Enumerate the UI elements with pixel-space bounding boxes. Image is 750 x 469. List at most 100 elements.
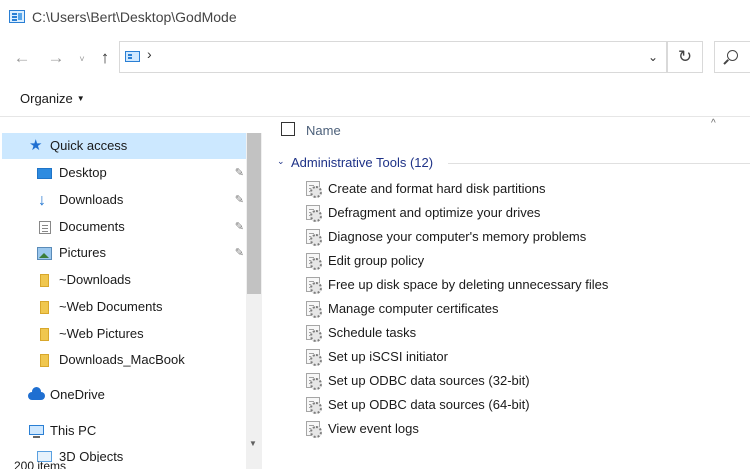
title-bar: C:\Users\Bert\Desktop\GodMode (0, 0, 750, 36)
group-label: Administrative Tools (12) (291, 155, 434, 170)
command-bar: Organize ▼ (0, 81, 750, 117)
nav-item-this-pc[interactable]: This PC (0, 418, 244, 444)
control-panel-shortcut-icon (306, 301, 322, 318)
organize-menu-button[interactable]: Organize ▼ (20, 91, 85, 106)
nav-item-label: ~Web Pictures (59, 326, 144, 341)
search-input[interactable] (714, 41, 750, 73)
address-bar[interactable]: › ⌄ (119, 41, 667, 73)
pictures-icon (37, 247, 52, 260)
back-button[interactable]: ← (10, 44, 34, 72)
nav-item-quick-access[interactable]: ★ Quick access (2, 133, 246, 159)
list-item[interactable]: Set up iSCSI initiator (302, 346, 750, 368)
list-item-label: Create and format hard disk partitions (328, 181, 546, 196)
nav-item-label: ~Downloads (59, 272, 131, 287)
refresh-button[interactable]: ↻ (667, 41, 703, 73)
control-panel-shortcut-icon (306, 373, 322, 390)
list-item[interactable]: Manage computer certificates (302, 298, 750, 320)
list-item-label: Set up ODBC data sources (64-bit) (328, 397, 530, 412)
list-item-label: Diagnose your computer's memory problems (328, 229, 587, 244)
pin-icon[interactable]: ✎ (235, 240, 244, 266)
address-dropdown-button[interactable]: ⌄ (648, 50, 658, 64)
nav-item-label: This PC (50, 423, 97, 438)
nav-item-label: Quick access (50, 138, 128, 153)
nav-item-label: Documents (59, 219, 125, 234)
search-icon (727, 50, 738, 61)
column-header-name[interactable]: Name (306, 123, 341, 138)
breadcrumb-separator[interactable]: › (147, 46, 152, 62)
nav-item-onedrive[interactable]: OneDrive (0, 382, 244, 408)
address-row: ← → ˅ ↑ › ⌄ ↻ (0, 36, 750, 81)
nav-item-tilde-web-documents[interactable]: ~Web Documents (0, 294, 244, 320)
control-panel-shortcut-icon (306, 277, 322, 294)
list-item[interactable]: Edit group policy (302, 250, 750, 272)
list-item[interactable]: Schedule tasks (302, 322, 750, 344)
nav-item-tilde-downloads[interactable]: ~Downloads (0, 267, 244, 293)
file-explorer-icon (9, 10, 25, 23)
list-item[interactable]: Diagnose your computer's memory problems (302, 226, 750, 248)
nav-item-downloads[interactable]: ↓ Downloads ✎ (0, 187, 244, 213)
list-item[interactable]: View event logs (302, 418, 750, 440)
nav-item-label: Downloads_MacBook (59, 352, 185, 367)
scrollbar-thumb[interactable] (247, 133, 261, 294)
forward-button[interactable]: → (44, 44, 68, 72)
nav-item-desktop[interactable]: Desktop ✎ (0, 160, 244, 186)
list-item-label: Schedule tasks (328, 325, 417, 340)
cloud-icon (28, 387, 45, 400)
select-all-checkbox[interactable] (281, 122, 295, 136)
group-header[interactable]: ⌄ Administrative Tools (12) (262, 154, 750, 172)
nav-item-downloads-macbook[interactable]: Downloads_MacBook (0, 347, 244, 373)
document-icon (39, 221, 51, 234)
list-item-label: Defragment and optimize your drives (328, 205, 541, 220)
control-panel-shortcut-icon (306, 181, 322, 198)
navigation-pane: ★ Quick access Desktop ✎ ↓ Downloads ✎ D… (0, 118, 262, 469)
up-button[interactable]: ↑ (93, 44, 117, 72)
control-panel-shortcut-icon (306, 205, 322, 222)
nav-item-label: Desktop (59, 165, 107, 180)
nav-item-documents[interactable]: Documents ✎ (0, 214, 244, 240)
control-panel-shortcut-icon (306, 397, 322, 414)
pc-icon (29, 425, 44, 438)
organize-label: Organize (20, 91, 73, 106)
control-panel-shortcut-icon (306, 229, 322, 246)
folder-icon (40, 274, 49, 287)
folder-icon (40, 301, 49, 314)
pin-icon[interactable]: ✎ (235, 214, 244, 240)
list-item-label: Set up iSCSI initiator (328, 349, 448, 364)
navigation-scrollbar[interactable]: ▼ (246, 133, 262, 469)
list-item[interactable]: Defragment and optimize your drives (302, 202, 750, 224)
nav-item-pictures[interactable]: Pictures ✎ (0, 240, 244, 266)
group-divider (448, 163, 750, 164)
list-item-label: Edit group policy (328, 253, 425, 268)
nav-item-label: Downloads (59, 192, 124, 207)
control-panel-shortcut-icon (306, 349, 322, 366)
list-item[interactable]: Set up ODBC data sources (32-bit) (302, 370, 750, 392)
recent-locations-button[interactable]: ˅ (70, 44, 94, 72)
list-item-label: Set up ODBC data sources (32-bit) (328, 373, 530, 388)
pin-icon[interactable]: ✎ (235, 160, 244, 186)
list-item[interactable]: Free up disk space by deleting unnecessa… (302, 274, 750, 296)
folder-icon (40, 328, 49, 341)
pin-icon[interactable]: ✎ (235, 187, 244, 213)
list-item[interactable]: Create and format hard disk partitions (302, 178, 750, 200)
list-item-label: Free up disk space by deleting unnecessa… (328, 277, 609, 292)
chevron-down-icon: ▼ (76, 94, 85, 103)
status-item-count: 200 items (14, 459, 67, 469)
column-header-row: Name (262, 120, 750, 140)
star-icon: ★ (29, 137, 43, 154)
nav-item-label: 3D Objects (59, 449, 124, 462)
nav-item-label: Pictures (59, 245, 106, 260)
nav-item-label: OneDrive (50, 387, 105, 402)
desktop-icon (37, 168, 52, 179)
scroll-down-icon[interactable]: ▼ (249, 439, 257, 448)
control-panel-shortcut-icon (306, 325, 322, 342)
download-icon: ↓ (38, 192, 46, 209)
address-location-icon (125, 51, 140, 62)
list-item-label: View event logs (328, 421, 419, 436)
nav-item-tilde-web-pictures[interactable]: ~Web Pictures (0, 321, 244, 347)
list-item-label: Manage computer certificates (328, 301, 499, 316)
file-list: ^ Name ⌄ Administrative Tools (12) Creat… (262, 118, 750, 469)
window-title: C:\Users\Bert\Desktop\GodMode (32, 9, 237, 25)
chevron-down-icon[interactable]: ⌄ (277, 156, 285, 167)
list-item[interactable]: Set up ODBC data sources (64-bit) (302, 394, 750, 416)
control-panel-shortcut-icon (306, 421, 322, 438)
